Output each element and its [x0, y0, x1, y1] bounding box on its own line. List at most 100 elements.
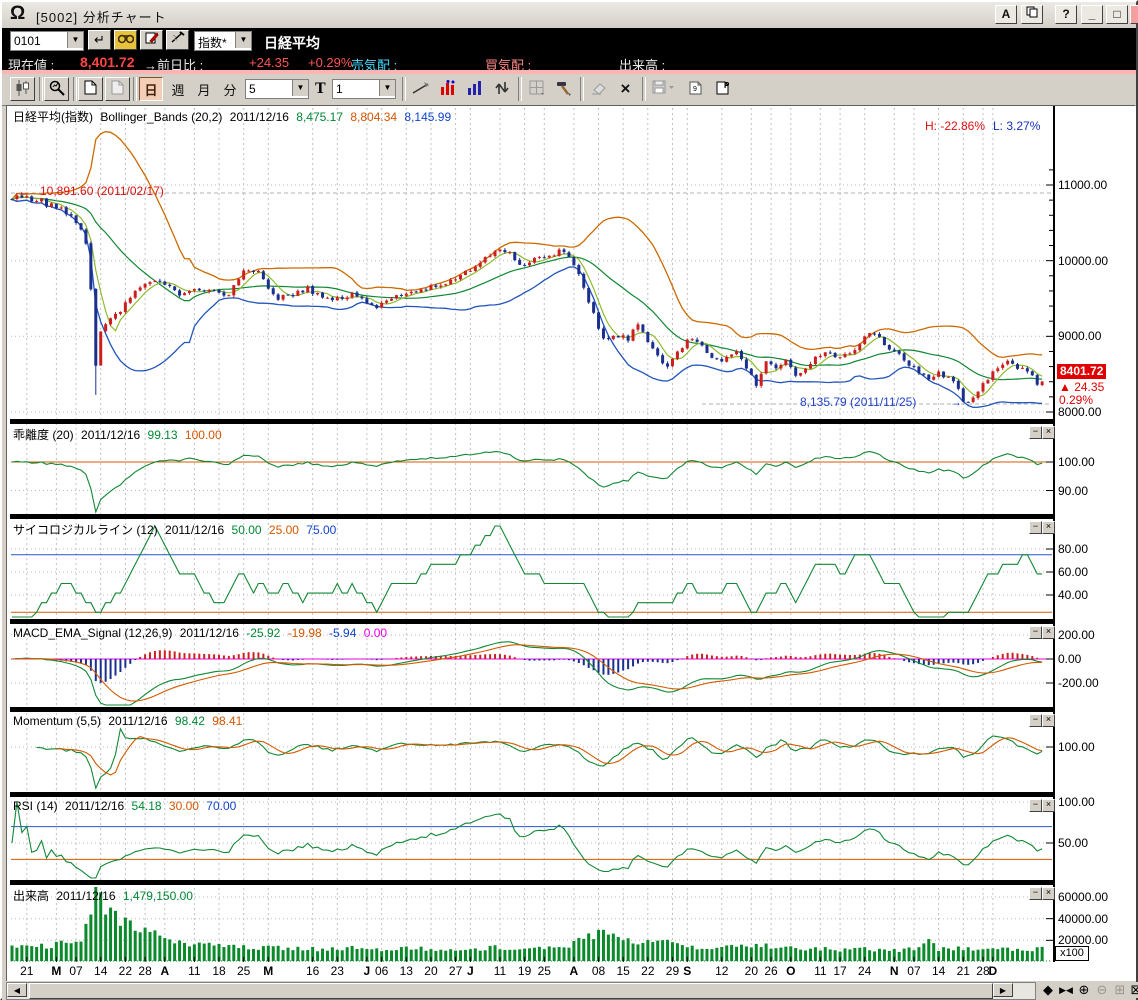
page-load-button[interactable]: 9	[683, 77, 708, 101]
x-axis-label: S	[683, 964, 692, 978]
panel-close-button[interactable]: ×	[1042, 521, 1055, 534]
category-select[interactable]: 指数* ▼	[194, 31, 252, 51]
x-axis-label: 21	[20, 964, 34, 978]
x-axis-label: 16	[305, 964, 320, 978]
current-price-marker: 8401.72	[1057, 364, 1107, 379]
grid-view-button[interactable]: ⊞	[1112, 982, 1128, 998]
x-axis-label: 07	[69, 964, 83, 978]
chart-area[interactable]	[6, 105, 1136, 983]
t-label: T	[315, 80, 326, 97]
zoom-out-button[interactable]: ⊖	[1094, 982, 1110, 998]
period-weekly-button[interactable]: 週	[166, 77, 190, 101]
panel-close-button[interactable]: ×	[1042, 799, 1055, 812]
scroll-left-button[interactable]: ◀	[7, 983, 27, 997]
horizontal-scrollbar: ◀ ▶ ◆ ▶◀ ⊕ ⊖ ⊞ ⊠	[2, 981, 1138, 1000]
maximize-button[interactable]: □	[1106, 5, 1128, 24]
minimize-button[interactable]: _	[1081, 5, 1103, 24]
trendline-button[interactable]	[408, 77, 433, 101]
y-axis-label: 10000.00	[1058, 253, 1109, 268]
sort-arrows-button[interactable]	[489, 77, 514, 101]
candle-chart-button[interactable]	[10, 77, 35, 101]
psych-low-ref: 25.00	[268, 523, 299, 537]
scrollbar-thumb[interactable]	[29, 983, 993, 999]
chart-toolbar: 日 週 月 分 5 ▼ T 1 ▼ × 9 P	[2, 74, 1136, 106]
toolbar-divider	[133, 77, 137, 101]
app-window: Ω [5002] 分析チャート A ? _ □ × 0101 ▼ ↵ 指数* ▼…	[0, 0, 1138, 1000]
tools-button[interactable]	[551, 77, 576, 101]
y-axis-label: 40000.00	[1058, 911, 1109, 926]
toolbar-divider	[402, 77, 406, 101]
period-minute-button[interactable]: 分	[218, 77, 242, 101]
macd-header: MACD_EMA_Signal (12,26,9) 2011/12/16 -25…	[13, 626, 391, 640]
shrink-bars-button[interactable]: ▶◀	[1058, 982, 1074, 998]
save-button[interactable]	[648, 77, 680, 101]
panel-close-button[interactable]: ×	[1042, 887, 1055, 900]
close-panel-button[interactable]: ⊠	[1128, 982, 1138, 998]
prev-diff-value: +24.35	[249, 55, 290, 70]
scroll-right-button[interactable]: ▶	[993, 983, 1013, 997]
search-button[interactable]	[114, 30, 137, 50]
panel-minimize-button[interactable]: −	[1029, 626, 1042, 639]
x-axis-label: 14	[931, 964, 946, 978]
candlestick-icon	[16, 79, 29, 96]
zoom-chart-button[interactable]	[44, 77, 69, 101]
y-axis-label: 60000.00	[1058, 890, 1109, 904]
y-axis-label: 50.00	[1058, 836, 1089, 850]
panel-minimize-button[interactable]: −	[1029, 714, 1042, 727]
close-button[interactable]: ×	[1130, 5, 1138, 24]
indicator-red-button[interactable]	[435, 77, 460, 101]
chevron-down-icon[interactable]: ▼	[67, 32, 83, 48]
minute-select[interactable]: 5 ▼	[245, 79, 309, 99]
eraser-button[interactable]	[586, 77, 611, 101]
x-axis-label: D	[988, 964, 998, 978]
momentum-header: Momentum (5,5) 2011/12/16 98.42 98.41	[13, 714, 246, 728]
help-button[interactable]: ?	[1055, 5, 1077, 24]
kairido-date: 2011/12/16	[81, 428, 141, 442]
x-axis-label: 22	[641, 964, 655, 978]
macd-value: -25.92	[246, 626, 281, 640]
x-axis-label: 07	[907, 964, 921, 978]
period-daily-button[interactable]: 日	[139, 77, 163, 101]
copy-window-button[interactable]	[1021, 5, 1043, 24]
chevron-down-icon[interactable]: ▼	[292, 80, 308, 96]
panel-minimize-button[interactable]: −	[1029, 426, 1042, 439]
chevron-down-icon[interactable]: ▼	[235, 32, 251, 48]
scrollbar-track[interactable]: ◀ ▶	[6, 982, 1036, 1000]
y-axis-label: 100.00	[1058, 455, 1095, 469]
grid-icon	[529, 80, 544, 95]
delete-all-button[interactable]: ×	[613, 77, 638, 101]
page-save-button[interactable]: P	[710, 77, 735, 101]
bb-lower-value: 8,145.99	[404, 110, 452, 124]
panel-close-button[interactable]: ×	[1042, 626, 1055, 639]
font-button[interactable]: A	[995, 5, 1017, 24]
high-annotation: 10,891.60 (2011/02/17)	[40, 184, 164, 198]
enter-button[interactable]: ↵	[88, 30, 111, 50]
grid-layout-button[interactable]	[524, 77, 549, 101]
edit-button[interactable]	[140, 30, 163, 50]
panel-minimize-button[interactable]: −	[1029, 887, 1042, 900]
y-axis-label: 8000.00	[1058, 405, 1102, 419]
hammer-icon	[557, 81, 571, 96]
x-axis-label: A	[569, 964, 579, 978]
copy-page-button[interactable]	[105, 77, 130, 101]
bar-count-select[interactable]: 1 ▼	[332, 79, 396, 99]
y-axis-label: 0.00	[1058, 652, 1082, 666]
x-axis-label: 24	[858, 964, 872, 978]
period-monthly-button[interactable]: 月	[192, 77, 216, 101]
symbol-code-input[interactable]: 0101 ▼	[10, 31, 84, 51]
expand-bars-button[interactable]: ◆	[1040, 982, 1056, 998]
new-page-button[interactable]	[78, 77, 103, 101]
panel-close-button[interactable]: ×	[1042, 714, 1055, 727]
panel-minimize-button[interactable]: −	[1029, 799, 1042, 812]
quote-toolbar: 0101 ▼ ↵ 指数* ▼ 日経平均 現在値 : 8,401.72 →前日比 …	[2, 28, 1136, 74]
price-marker-diff: ▲ 24.35	[1059, 380, 1105, 394]
zoom-in-button[interactable]: ⊕	[1076, 982, 1092, 998]
panel-close-button[interactable]: ×	[1042, 426, 1055, 439]
volume-title: 出来高	[13, 889, 50, 903]
panel-minimize-button[interactable]: −	[1029, 521, 1042, 534]
rsi-low-ref: 30.00	[168, 799, 199, 813]
chevron-down-icon[interactable]: ▼	[379, 80, 395, 96]
rsi-title: RSI (14)	[13, 799, 58, 813]
indicator-blue-button[interactable]	[462, 77, 487, 101]
draw-button[interactable]	[166, 30, 189, 50]
